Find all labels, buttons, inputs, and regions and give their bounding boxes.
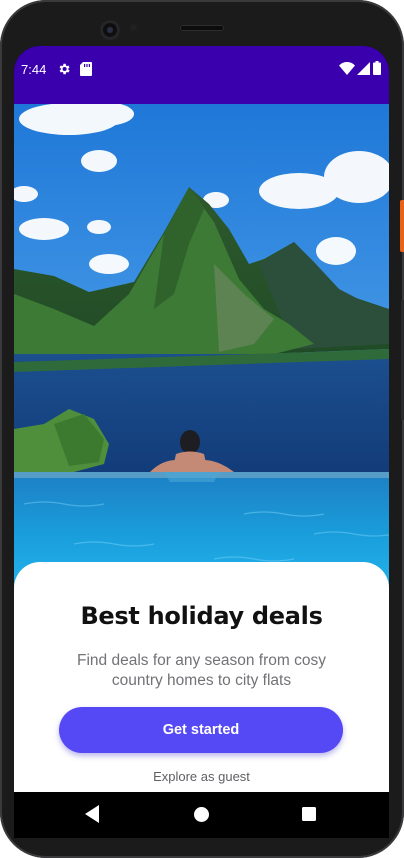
onboarding-card: Best holiday deals Find deals for any se… <box>14 562 389 802</box>
get-started-button[interactable]: Get started <box>59 707 343 753</box>
home-icon[interactable] <box>193 806 210 828</box>
battery-icon <box>373 61 381 80</box>
onboarding-subtitle: Find deals for any season from cosy coun… <box>77 652 326 689</box>
power-button <box>400 200 404 252</box>
wifi-icon <box>339 62 355 80</box>
navigation-bar <box>14 792 389 838</box>
proximity-sensor <box>130 24 137 31</box>
hero-image <box>14 104 389 604</box>
status-time: 7:44 <box>21 62 47 77</box>
onboarding-title: Best holiday deals <box>80 602 323 630</box>
back-icon[interactable] <box>85 805 99 828</box>
recents-icon[interactable] <box>301 806 317 827</box>
earpiece-speaker <box>180 25 224 31</box>
front-camera <box>100 20 120 40</box>
phone-frame: 7:44 Best holiday deals Find deals for a… <box>0 0 404 858</box>
settings-icon <box>57 62 71 81</box>
sd-card-icon <box>80 62 92 81</box>
cell-signal-icon <box>357 62 370 80</box>
explore-as-guest-link[interactable]: Explore as guest <box>14 769 389 784</box>
screen: 7:44 Best holiday deals Find deals for a… <box>14 46 389 838</box>
status-bar: 7:44 <box>14 46 389 104</box>
